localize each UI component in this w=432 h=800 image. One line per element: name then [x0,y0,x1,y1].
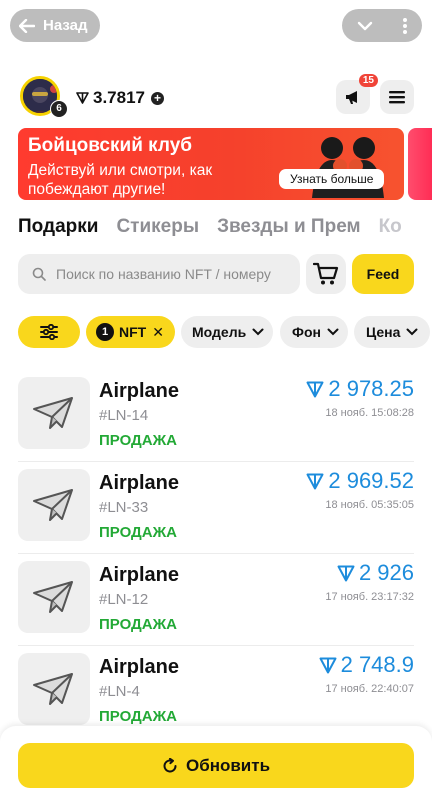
megaphone-icon [346,91,357,104]
list-item[interactable]: Airplane #LN-14 ПРОДАЖА 2 978.25 18 нояб… [18,370,414,462]
promo-banner[interactable]: Бойцовский клуб Действуй или смотри, как… [18,128,404,200]
list-item[interactable]: Airplane #LN-12 ПРОДАЖА 2 926 17 нояб. 2… [18,554,414,646]
next-banner-peek[interactable] [408,128,432,200]
refresh-button[interactable]: Обновить [18,743,414,788]
background-filter-label: Фон [292,324,321,340]
arrow-left-icon [19,18,35,33]
item-price-value: 2 978.25 [328,376,414,401]
ton-icon [306,381,324,397]
list-item[interactable]: Airplane #LN-33 ПРОДАЖА 2 969.52 18 нояб… [18,462,414,554]
item-number: #LN-4 [99,683,140,700]
window-menu [342,9,422,42]
notification-count: 15 [358,74,378,87]
tab-stickers[interactable]: Стикеры [116,216,199,242]
filter-background-dropdown[interactable]: Фон [280,316,348,348]
notifications-button[interactable]: 15 [336,74,378,114]
ton-icon [319,657,337,673]
back-label: Назад [43,17,88,34]
hamburger-icon [389,91,405,104]
paper-airplane-icon [33,397,73,429]
item-price: 2 748.9 [319,652,414,678]
item-price-value: 2 748.9 [340,652,414,677]
filter-model-dropdown[interactable]: Модель [181,316,273,348]
nft-list: Airplane #LN-14 ПРОДАЖА 2 978.25 18 нояб… [18,370,414,737]
tab-more[interactable]: Ко [379,216,402,242]
add-funds-icon[interactable]: + [151,91,164,105]
balance: 3.7817 + [76,88,164,108]
item-number: #LN-12 [99,591,149,608]
list-item[interactable]: Airplane #LN-4 ПРОДАЖА 2 748.9 17 нояб. … [18,646,414,737]
top-bar: Назад [0,0,432,52]
item-price-value: 2 969.52 [328,468,414,493]
item-thumbnail [18,469,90,541]
item-price: 2 978.25 [306,376,414,402]
ton-icon [337,565,355,581]
ton-icon [306,473,324,489]
paper-airplane-icon [33,489,73,521]
search-bar [18,254,300,294]
item-name: Airplane [99,564,180,586]
more-vertical-icon[interactable] [402,17,408,35]
item-price: 2 926 [337,560,414,586]
filter-price-dropdown[interactable]: Цена [354,316,430,348]
bottom-panel: Обновить [0,726,432,800]
item-time: 18 нояб. 15:08:28 [325,407,414,419]
item-time: 18 нояб. 05:35:05 [325,499,414,511]
item-status: ПРОДАЖА [99,616,177,633]
item-name: Airplane [99,380,180,402]
item-thumbnail [18,653,90,725]
level-badge: 6 [50,100,68,118]
item-number: #LN-14 [99,407,149,424]
item-status: ПРОДАЖА [99,432,177,449]
balance-value: 3.7817 [93,88,145,107]
feed-button[interactable]: Feed [352,254,414,294]
paper-airplane-icon [33,673,73,705]
refresh-label: Обновить [185,755,271,775]
menu-button[interactable] [380,80,414,114]
back-button[interactable]: Назад [10,9,100,42]
cart-button[interactable] [306,254,346,294]
item-time: 17 нояб. 23:17:32 [325,591,414,603]
item-thumbnail [18,377,90,449]
item-number: #LN-33 [99,499,149,516]
item-name: Airplane [99,656,180,678]
filter-chip-nft[interactable]: 1 NFT ✕ [86,316,175,348]
profile-row: 6 3.7817 + 15 [0,72,432,122]
model-filter-label: Модель [192,324,247,340]
tab-stars-premium[interactable]: Звезды и Прем [217,216,361,242]
cart-icon [313,262,339,285]
ton-icon [76,92,89,104]
item-time: 17 нояб. 22:40:07 [325,683,414,695]
refresh-icon [163,757,177,772]
nft-filter-count: 1 [96,323,114,341]
item-status: ПРОДАЖА [99,708,177,725]
item-thumbnail [18,561,90,633]
chevron-down-icon [406,328,418,336]
chevron-down-icon[interactable] [357,21,373,31]
item-price: 2 969.52 [306,468,414,494]
sliders-icon [40,324,58,340]
nft-filter-label: NFT [119,324,147,340]
paper-airplane-icon [33,581,73,613]
banner-title: Бойцовский клуб [28,135,193,156]
tab-gifts[interactable]: Подарки [18,216,98,242]
search-input[interactable] [54,265,293,283]
filter-settings-button[interactable] [18,316,80,348]
item-price-value: 2 926 [358,560,414,585]
item-name: Airplane [99,472,180,494]
chevron-down-icon [327,328,339,336]
close-icon[interactable]: ✕ [152,324,164,341]
banner-learn-more-button[interactable]: Узнать больше [279,169,385,189]
banner-subtitle: Действуй или смотри, как побеждают други… [28,162,213,198]
price-filter-label: Цена [366,324,401,340]
category-tabs: Подарки Стикеры Звезды и Прем Ко [18,216,432,242]
search-icon [32,267,46,281]
chevron-down-icon [252,328,264,336]
item-status: ПРОДАЖА [99,524,177,541]
filter-bar: 1 NFT ✕ Модель Фон Цена [18,316,432,348]
